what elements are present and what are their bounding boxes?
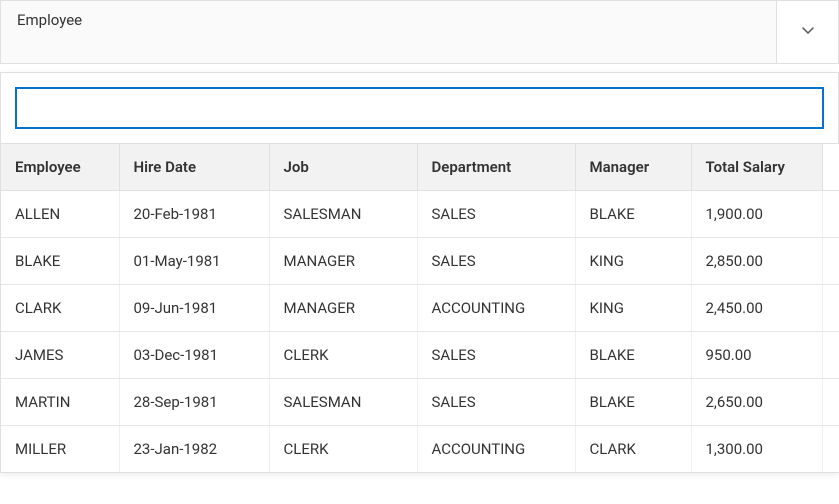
cell-total-salary: 950.00 [691, 332, 822, 379]
col-header-job[interactable]: Job [269, 144, 417, 191]
select-label: Employee [1, 1, 776, 63]
cell-manager: CLARK [575, 426, 691, 473]
cell-pad [822, 238, 839, 285]
table-row[interactable]: ALLEN20-Feb-1981SALESMANSALESBLAKE1,900.… [1, 191, 839, 238]
cell-total-salary: 1,900.00 [691, 191, 822, 238]
cell-employee: JAMES [1, 332, 119, 379]
search-input[interactable] [15, 87, 824, 129]
cell-employee: ALLEN [1, 191, 119, 238]
cell-pad [822, 285, 839, 332]
search-wrap [1, 73, 838, 143]
table-row[interactable]: MILLER23-Jan-1982CLERKACCOUNTINGCLARK1,3… [1, 426, 839, 473]
cell-employee: BLAKE [1, 238, 119, 285]
cell-manager: BLAKE [575, 191, 691, 238]
cell-department: ACCOUNTING [417, 426, 575, 473]
cell-pad [822, 191, 839, 238]
table-row[interactable]: MARTIN28-Sep-1981SALESMANSALESBLAKE2,650… [1, 379, 839, 426]
cell-job: CLERK [269, 332, 417, 379]
cell-job: CLERK [269, 426, 417, 473]
table-header-row: Employee Hire Date Job Department Manage… [1, 144, 839, 191]
col-header-hire-date[interactable]: Hire Date [119, 144, 269, 191]
cell-pad [822, 379, 839, 426]
cell-manager: KING [575, 238, 691, 285]
cell-hire-date: 23-Jan-1982 [119, 426, 269, 473]
cell-manager: BLAKE [575, 332, 691, 379]
cell-job: SALESMAN [269, 379, 417, 426]
cell-department: SALES [417, 332, 575, 379]
cell-employee: MARTIN [1, 379, 119, 426]
cell-pad [822, 332, 839, 379]
cell-department: ACCOUNTING [417, 285, 575, 332]
cell-job: MANAGER [269, 285, 417, 332]
employee-dropdown-popup: Employee Hire Date Job Department Manage… [0, 72, 839, 473]
cell-hire-date: 09-Jun-1981 [119, 285, 269, 332]
table-row[interactable]: BLAKE01-May-1981MANAGERSALESKING2,850.00 [1, 238, 839, 285]
cell-hire-date: 03-Dec-1981 [119, 332, 269, 379]
col-header-total-salary[interactable]: Total Salary [691, 144, 822, 191]
col-header-pad [822, 144, 839, 191]
table-row[interactable]: JAMES03-Dec-1981CLERKSALESBLAKE950.00 [1, 332, 839, 379]
cell-department: SALES [417, 379, 575, 426]
cell-department: SALES [417, 191, 575, 238]
col-header-department[interactable]: Department [417, 144, 575, 191]
chevron-down-icon [800, 22, 816, 42]
cell-total-salary: 2,650.00 [691, 379, 822, 426]
cell-total-salary: 2,850.00 [691, 238, 822, 285]
cell-hire-date: 28-Sep-1981 [119, 379, 269, 426]
cell-job: MANAGER [269, 238, 417, 285]
col-header-manager[interactable]: Manager [575, 144, 691, 191]
cell-job: SALESMAN [269, 191, 417, 238]
cell-department: SALES [417, 238, 575, 285]
table-row[interactable]: CLARK09-Jun-1981MANAGERACCOUNTINGKING2,4… [1, 285, 839, 332]
cell-manager: BLAKE [575, 379, 691, 426]
employee-select[interactable]: Employee [0, 0, 839, 64]
cell-hire-date: 20-Feb-1981 [119, 191, 269, 238]
select-toggle-button[interactable] [776, 1, 838, 63]
cell-manager: KING [575, 285, 691, 332]
col-header-employee[interactable]: Employee [1, 144, 119, 191]
cell-total-salary: 1,300.00 [691, 426, 822, 473]
employee-table: Employee Hire Date Job Department Manage… [1, 143, 839, 472]
cell-total-salary: 2,450.00 [691, 285, 822, 332]
cell-hire-date: 01-May-1981 [119, 238, 269, 285]
cell-pad [822, 426, 839, 473]
cell-employee: CLARK [1, 285, 119, 332]
cell-employee: MILLER [1, 426, 119, 473]
